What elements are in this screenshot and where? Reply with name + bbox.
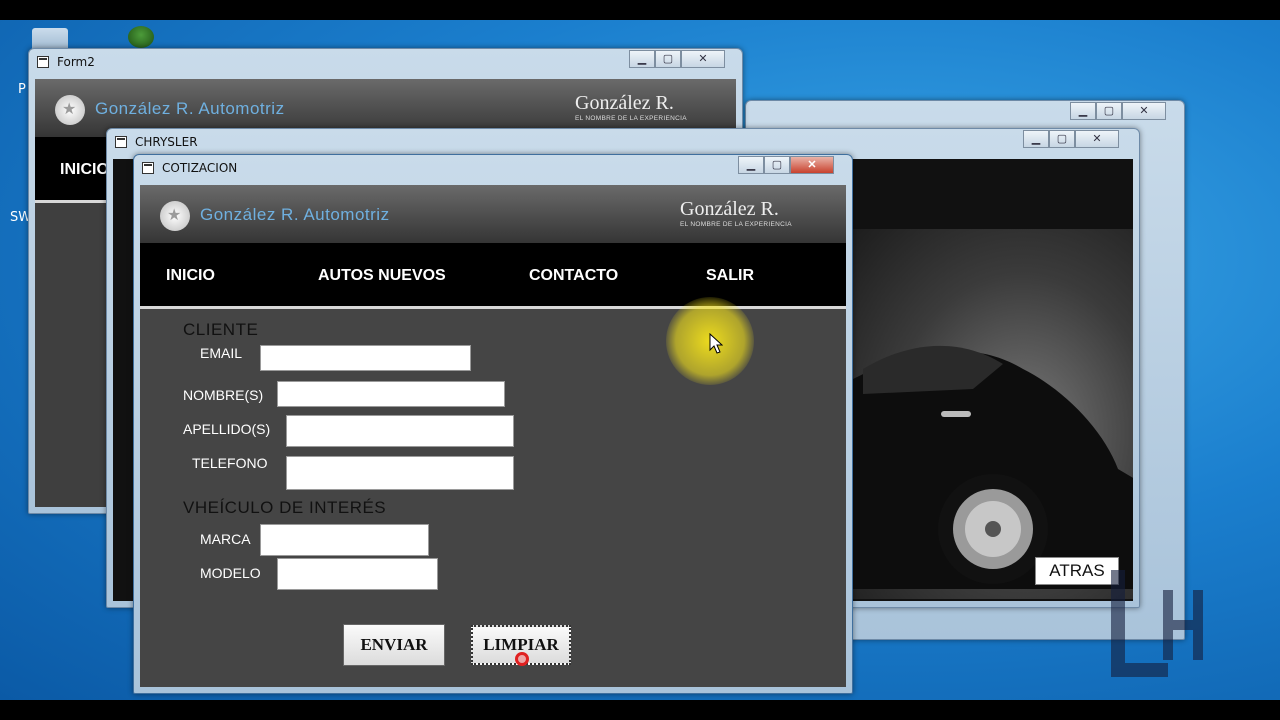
minimize-icon[interactable]: ▁ [1070, 102, 1096, 120]
cotizacion-titlebar[interactable]: COTIZACION ▁ ▢ ✕ [134, 155, 852, 183]
window-title: CHRYSLER [135, 135, 198, 149]
label-modelo: MODELO [200, 565, 261, 581]
car-photo: ATRAS [853, 229, 1133, 599]
window-controls: ▁ ▢ ✕ [629, 50, 725, 68]
brand-banner: González R. Automotriz González R. EL NO… [140, 185, 846, 243]
label-telefono: TELEFONO [192, 455, 268, 471]
modelo-field[interactable] [277, 558, 438, 590]
mouse-cursor-icon [709, 333, 723, 354]
section-vehiculo: VHEÍCULO DE INTERÉS [183, 498, 387, 517]
label-nombre: NOMBRE(S) [183, 387, 264, 403]
brand-logo-icon [160, 201, 190, 231]
apellido-field[interactable] [286, 415, 514, 447]
window-title: COTIZACION [162, 161, 238, 175]
minimize-icon[interactable]: ▁ [1023, 130, 1049, 148]
window-app-icon [115, 136, 127, 148]
window-controls: ▁ ▢ ✕ [1023, 130, 1119, 148]
watermark-logo [1111, 570, 1203, 677]
cotizacion-window[interactable]: COTIZACION ▁ ▢ ✕ González R. Automotriz … [133, 154, 853, 694]
close-icon[interactable]: ✕ [790, 156, 834, 174]
click-indicator [515, 652, 529, 666]
chrysler-titlebar[interactable]: CHRYSLER ▁ ▢ ✕ [107, 129, 1139, 157]
telefono-field[interactable] [286, 456, 514, 490]
close-icon[interactable]: ✕ [681, 50, 725, 68]
brand-name: González R. Automotriz [200, 205, 390, 224]
video-letterbox-bottom [0, 700, 1280, 720]
brand-logotype: González R. [575, 92, 674, 114]
enviar-button[interactable]: ENVIAR [343, 624, 445, 666]
window-app-icon [37, 56, 49, 68]
desktop-app-icon[interactable] [128, 26, 154, 48]
desktop: P SW ▁ ▢ ✕ Form2 ▁ ▢ ✕ González R. Autom… [0, 20, 1280, 700]
desktop-icon-label: P [18, 82, 26, 97]
maximize-icon[interactable]: ▢ [1049, 130, 1075, 148]
window-app-icon [142, 162, 154, 174]
nav-contacto[interactable]: CONTACTO [529, 267, 618, 285]
brand-slogan: EL NOMBRE DE LA EXPERIENCIA [575, 115, 687, 122]
label-email: EMAIL [200, 345, 243, 361]
nombre-field[interactable] [277, 381, 505, 407]
nav-autos-nuevos[interactable]: AUTOS NUEVOS [318, 267, 446, 285]
video-letterbox-top [0, 0, 1280, 20]
maximize-icon[interactable]: ▢ [1096, 102, 1122, 120]
close-icon[interactable]: ✕ [1122, 102, 1166, 120]
minimize-icon[interactable]: ▁ [738, 156, 764, 174]
car-image [853, 345, 1133, 589]
marca-field[interactable] [260, 524, 429, 556]
cotizacion-client: González R. Automotriz González R. EL NO… [140, 185, 846, 687]
brand-logo-icon [55, 95, 85, 125]
nav-bar: INICIO AUTOS NUEVOS CONTACTO SALIR [140, 243, 846, 309]
window-controls: ▁ ▢ ✕ [738, 156, 834, 174]
nav-inicio[interactable]: INICIO [166, 267, 215, 285]
brand-logotype: González R. [680, 198, 779, 220]
maximize-icon[interactable]: ▢ [764, 156, 790, 174]
window-title: Form2 [57, 55, 95, 69]
window-controls: ▁ ▢ ✕ [1070, 102, 1166, 120]
brand-name: González R. Automotriz [95, 99, 285, 118]
email-field[interactable] [260, 345, 471, 371]
brand-slogan: EL NOMBRE DE LA EXPERIENCIA [680, 221, 792, 228]
nav-salir[interactable]: SALIR [706, 267, 754, 285]
maximize-icon[interactable]: ▢ [655, 50, 681, 68]
nav-inicio[interactable]: INICIO [60, 161, 109, 179]
section-cliente: CLIENTE [183, 320, 259, 339]
minimize-icon[interactable]: ▁ [629, 50, 655, 68]
close-icon[interactable]: ✕ [1075, 130, 1119, 148]
label-apellido: APELLIDO(S) [183, 421, 271, 437]
label-marca: MARCA [200, 531, 251, 547]
form2-titlebar[interactable]: Form2 ▁ ▢ ✕ [29, 49, 742, 77]
atras-button[interactable]: ATRAS [1035, 557, 1119, 585]
